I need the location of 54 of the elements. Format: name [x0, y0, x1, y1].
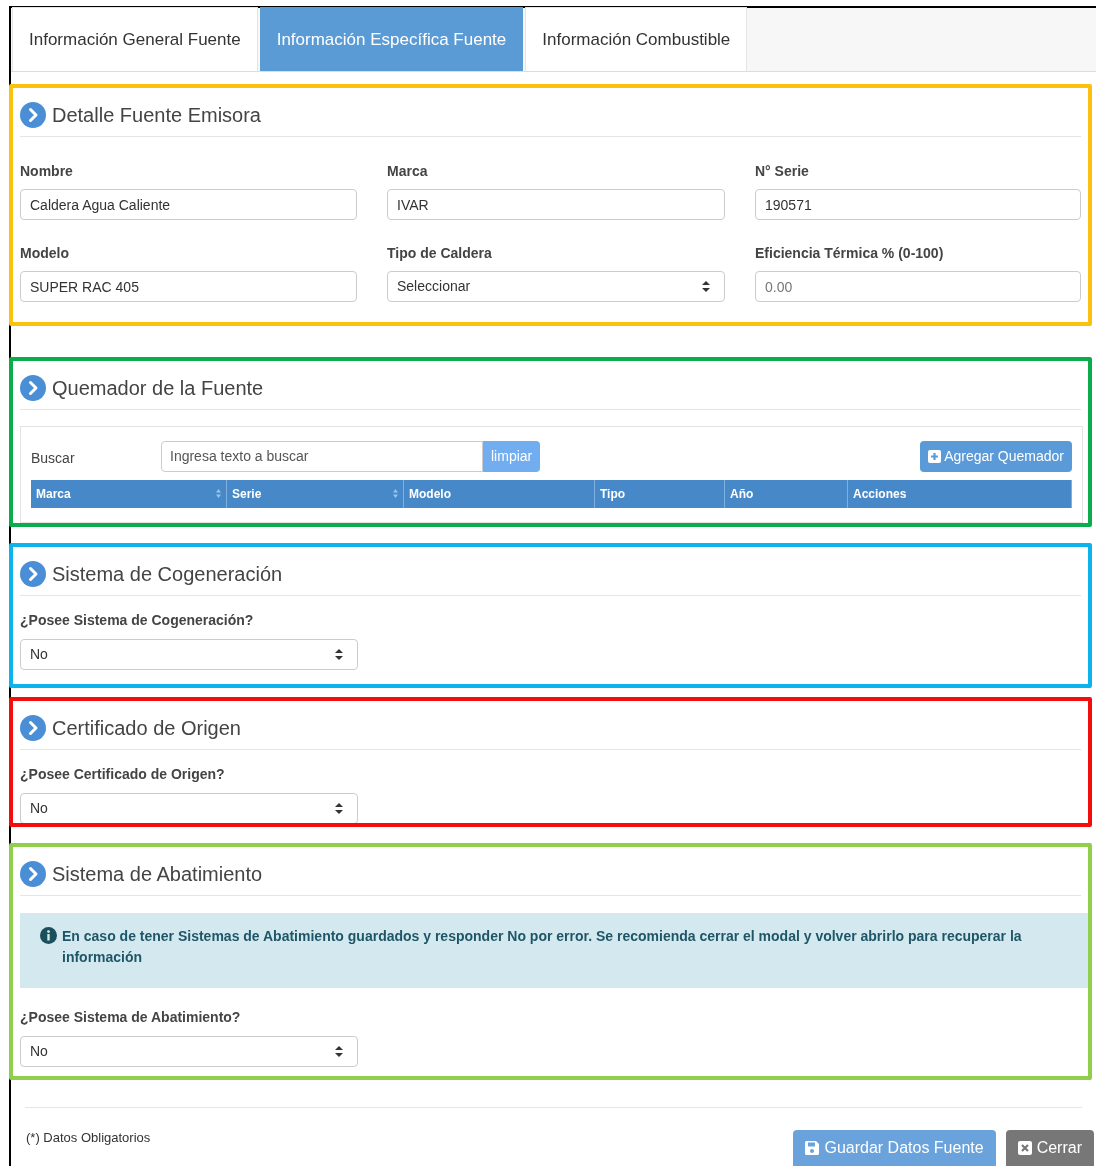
- select-field[interactable]: No: [20, 1036, 358, 1068]
- section-title: Quemador de la Fuente: [52, 375, 264, 401]
- field-label: Nombre: [20, 162, 74, 181]
- required-note: (*) Datos Obligatorios: [26, 1129, 151, 1147]
- section-title: Certificado de Origen: [52, 715, 241, 741]
- field-label: Eficiencia Térmica % (0-100): [755, 244, 945, 263]
- select-caret-icon: [335, 802, 343, 814]
- plus-square-icon: [928, 449, 942, 463]
- tab[interactable]: Información Específica Fuente: [259, 7, 524, 71]
- section-title: Detalle Fuente Emisora: [52, 103, 261, 128]
- input-field[interactable]: SUPER RAC 405: [20, 271, 357, 302]
- column-header[interactable]: Modelo: [404, 479, 595, 508]
- select-field[interactable]: Seleccionar: [387, 271, 725, 302]
- search-field[interactable]: Ingresa texto a buscar: [161, 440, 483, 472]
- input-field[interactable]: 0.00: [755, 271, 1081, 302]
- section-title: Sistema de Cogeneración: [52, 562, 283, 588]
- field-label: ¿Posee Certificado de Origen?: [20, 764, 226, 784]
- select-caret-icon: [335, 649, 343, 661]
- sort-icon: [393, 489, 398, 499]
- tab[interactable]: Información General Fuente: [12, 7, 258, 71]
- column-header[interactable]: Serie: [227, 479, 404, 508]
- chevron-right-icon: [20, 861, 46, 888]
- alert-text: En caso de tener Sistemas de Abatimiento guardados y responder No por error. Se recomienda cerrar el modal y volver abrirlo para recuperar la información: [62, 927, 1023, 968]
- select-caret-icon: [335, 1046, 343, 1058]
- field-label: Tipo de Caldera: [387, 244, 493, 263]
- column-header[interactable]: Tipo: [595, 479, 725, 508]
- column-header[interactable]: Acciones: [848, 479, 1072, 508]
- select-field[interactable]: No: [20, 639, 358, 671]
- sort-icon: [216, 489, 221, 499]
- search-label: Buscar: [31, 448, 76, 468]
- select-caret-icon: [702, 281, 710, 292]
- field-label: Modelo: [20, 244, 70, 263]
- chevron-right-icon: [20, 561, 46, 588]
- input-field[interactable]: IVAR: [387, 189, 725, 220]
- info-icon: [40, 927, 57, 945]
- add-button[interactable]: Agregar Quemador: [920, 440, 1072, 472]
- chevron-right-icon: [20, 374, 46, 401]
- field-label: ¿Posee Sistema de Abatimiento?: [20, 1008, 242, 1028]
- input-field[interactable]: 190571: [755, 189, 1081, 220]
- tab[interactable]: Información Combustible: [525, 7, 748, 71]
- close-button[interactable]: Cerrar: [1005, 1130, 1094, 1166]
- field-label: ¿Posee Sistema de Cogeneración?: [20, 611, 255, 631]
- chevron-right-icon: [20, 714, 46, 741]
- clear-button[interactable]: limpiar: [483, 440, 541, 472]
- field-label: Marca: [387, 162, 429, 181]
- chevron-right-icon: [20, 102, 46, 128]
- save-button[interactable]: Guardar Datos Fuente: [793, 1130, 996, 1166]
- close-icon: [1017, 1141, 1032, 1155]
- field-label: N° Serie: [755, 162, 810, 181]
- column-header[interactable]: Marca: [31, 479, 227, 508]
- column-header[interactable]: Año: [725, 479, 848, 508]
- input-field[interactable]: Caldera Agua Caliente: [20, 189, 357, 220]
- select-field[interactable]: No: [20, 792, 358, 824]
- section-title: Sistema de Abatimiento: [52, 862, 263, 888]
